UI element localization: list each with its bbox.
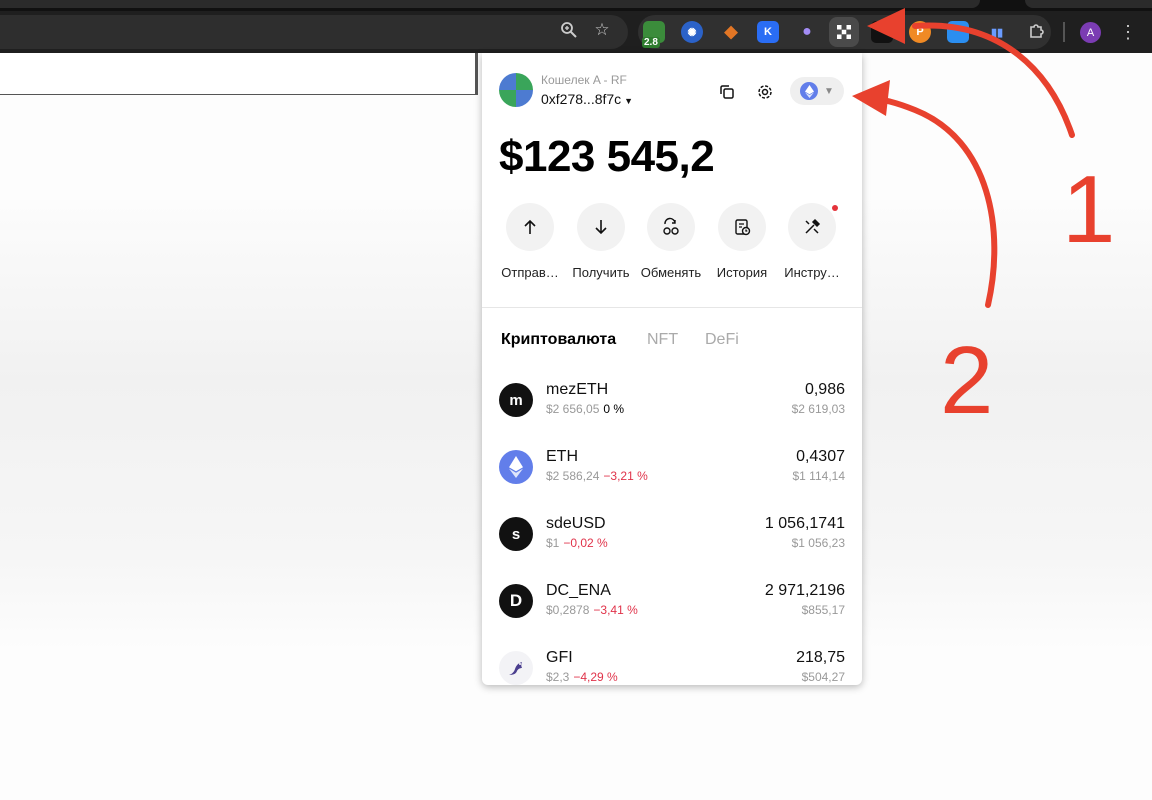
annotation-arrow-1 <box>912 22 1075 138</box>
annotation-label-1: 1 <box>1062 156 1116 263</box>
annotation-arrowhead-1 <box>867 8 905 44</box>
annotation-arrowhead-2 <box>852 80 890 116</box>
annotation-arrow-2 <box>867 95 998 308</box>
annotation-label-2: 2 <box>940 327 994 434</box>
